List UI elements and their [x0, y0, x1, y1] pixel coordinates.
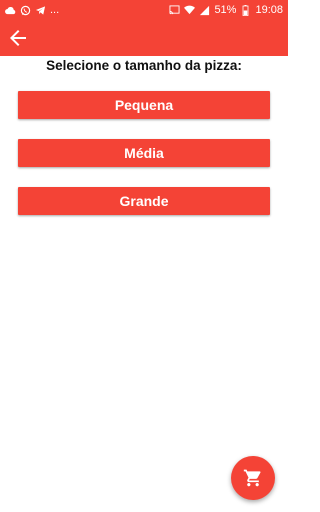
size-prompt: Selecione o tamanho da pizza:	[46, 58, 242, 73]
battery-percent: 51%	[214, 3, 237, 16]
cloud-icon	[5, 5, 16, 16]
more-notifications-dots: ...	[50, 3, 60, 16]
wifi-icon	[184, 5, 196, 16]
back-button[interactable]	[4, 24, 32, 52]
whatsapp-icon	[20, 5, 31, 16]
size-large-button[interactable]: Grande	[18, 187, 270, 215]
cart-fab-button[interactable]	[231, 456, 275, 500]
shopping-cart-icon	[243, 468, 263, 488]
status-bar-right: 51% 19:08	[169, 3, 283, 16]
status-bar: ... 51% 19:08	[0, 0, 288, 20]
telegram-icon	[35, 5, 46, 16]
size-small-button[interactable]: Pequena	[18, 91, 270, 119]
battery-icon	[240, 4, 251, 16]
size-medium-button[interactable]: Média	[18, 139, 270, 167]
arrow-back-icon	[6, 26, 30, 50]
signal-icon	[199, 5, 210, 16]
status-bar-left: ...	[5, 3, 60, 16]
app-bar	[0, 20, 288, 56]
status-time: 19:08	[255, 3, 283, 16]
cast-icon	[169, 5, 180, 16]
app-screen: ... 51% 19:08 Selecione o tamanho da piz…	[0, 0, 288, 512]
